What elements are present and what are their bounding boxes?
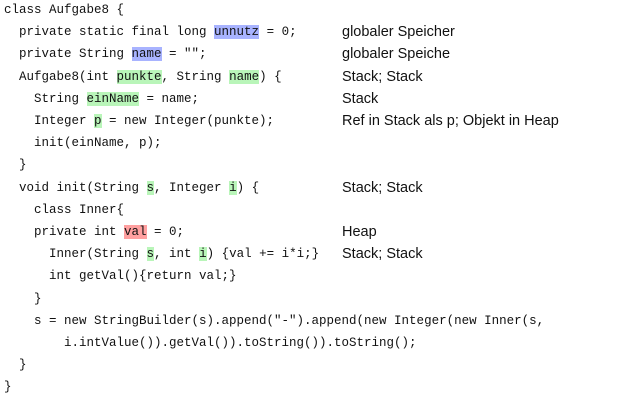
code-line: private static final long unnutz = 0;	[19, 22, 297, 42]
code-text: void init(String	[19, 180, 147, 195]
code-text: }	[19, 358, 27, 373]
code-line: Integer p = new Integer(punkte);	[34, 111, 274, 131]
code-line: void init(String s, Integer i) {	[19, 178, 259, 198]
code-text: s = new StringBuilder(s).append("-").app…	[34, 313, 545, 328]
highlighted-identifier: name	[229, 69, 260, 84]
code-line: Inner(String s, int i) {val += i*i;}	[49, 244, 319, 264]
code-line: s = new StringBuilder(s).append("-").app…	[34, 311, 544, 331]
code-line: class Aufgabe8 {	[4, 0, 124, 20]
highlighted-identifier: s	[146, 180, 155, 195]
code-line: }	[34, 289, 42, 309]
code-text: Inner(String	[49, 247, 147, 262]
highlighted-identifier: val	[124, 225, 147, 239]
code-text: = 0;	[146, 225, 185, 239]
code-text: String	[34, 91, 87, 106]
code-text: , Integer	[154, 180, 230, 195]
highlighted-identifier: einName	[86, 91, 140, 106]
code-line: }	[19, 155, 27, 175]
code-text: Integer	[34, 114, 95, 128]
highlighted-identifier: unnutz	[214, 25, 260, 40]
code-text: int getVal(){return val;}	[49, 269, 237, 284]
code-line: int getVal(){return val;}	[49, 266, 237, 286]
code-text: class Aufgabe8 {	[4, 3, 125, 17]
code-line: }	[19, 355, 27, 375]
highlighted-identifier: i	[229, 180, 237, 195]
memory-annotation: globaler Speiche	[342, 46, 451, 63]
code-text: Aufgabe8(int	[19, 69, 117, 84]
memory-annotation: Stack	[342, 90, 379, 107]
code-text: init(einName, p);	[34, 136, 162, 151]
code-text: = "";	[161, 47, 207, 62]
code-line: i.intValue()).getVal()).toString()).toSt…	[64, 333, 417, 353]
code-text: , String	[161, 69, 230, 84]
code-text: ) {val += i*i;}	[206, 247, 320, 262]
code-line: }	[4, 377, 12, 397]
code-text: private static final long	[19, 25, 215, 40]
code-text: ) {	[259, 69, 282, 84]
code-text: class Inner{	[34, 202, 125, 217]
highlighted-identifier: name	[131, 47, 162, 62]
code-text: private int	[34, 225, 125, 239]
highlighted-identifier: p	[94, 114, 102, 128]
memory-annotation: Heap	[342, 224, 377, 240]
code-text: }	[4, 380, 12, 395]
code-line: String einName = name;	[34, 89, 199, 109]
code-line: private int val = 0;	[34, 222, 184, 242]
memory-annotation: Stack; Stack	[342, 246, 423, 263]
code-line: init(einName, p);	[34, 133, 162, 153]
memory-annotation: globaler Speicher	[342, 24, 455, 41]
code-text: , int	[154, 247, 200, 262]
highlighted-identifier: punkte	[116, 69, 162, 84]
code-text: i.intValue()).getVal()).toString()).toSt…	[64, 336, 417, 350]
code-line: Aufgabe8(int punkte, String name) {	[19, 67, 282, 87]
memory-annotation: Stack; Stack	[342, 179, 423, 196]
memory-annotation: Ref in Stack als p; Objekt in Heap	[342, 113, 559, 129]
code-text: = name;	[139, 91, 200, 106]
code-text: private String	[19, 47, 132, 62]
code-line: private String name = "";	[19, 44, 207, 64]
code-text: }	[19, 158, 27, 173]
highlighted-identifier: s	[146, 247, 155, 262]
highlighted-identifier: i	[199, 247, 207, 262]
code-line: class Inner{	[34, 200, 124, 220]
memory-annotation: Stack; Stack	[342, 68, 423, 85]
code-text: = 0;	[259, 25, 297, 40]
code-text: }	[34, 291, 42, 306]
code-text: ) {	[236, 180, 260, 195]
code-text: = new Integer(punkte);	[101, 114, 275, 128]
